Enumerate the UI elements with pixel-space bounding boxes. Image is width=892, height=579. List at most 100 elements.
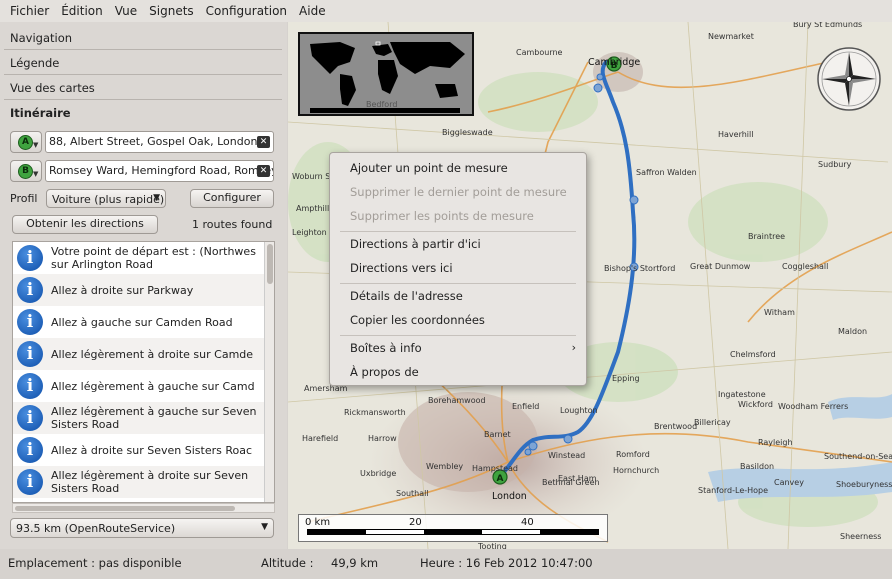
- scale-label-20: 20: [409, 517, 422, 528]
- ctx-separator: [340, 283, 576, 284]
- profile-label: Profil: [10, 192, 38, 205]
- ctx-directions-to-here[interactable]: Directions vers ici: [330, 257, 586, 279]
- direction-step-text: Allez à droite sur Seven Sisters Roac: [51, 444, 263, 457]
- direction-step-line: Allez à droite sur Parkway: [51, 283, 194, 297]
- place-label: Saffron Walden: [636, 168, 697, 177]
- start-address-input[interactable]: 88, Albert Street, Gospel Oak, London ✕: [45, 131, 274, 153]
- place-label: Epping: [612, 374, 640, 383]
- place-label: Maldon: [838, 327, 868, 336]
- context-menu: Ajouter un point de mesure Supprimer le …: [329, 152, 587, 386]
- place-label: Southend-on-Sea: [824, 452, 892, 461]
- ctx-add-measure-point[interactable]: Ajouter un point de mesure: [330, 157, 586, 179]
- direction-step-line: Allez légèrement à droite sur Seven: [51, 469, 249, 482]
- menu-edition[interactable]: Édition: [55, 0, 109, 22]
- get-directions-button[interactable]: Obtenir les directions: [12, 215, 158, 234]
- direction-step[interactable]: i Allez légèrement à droite sur Seven Sist…: [13, 466, 265, 498]
- directions-hscrollbar[interactable]: [12, 503, 275, 513]
- ctx-address-details[interactable]: Détails de l'adresse: [330, 285, 586, 307]
- info-icon: i: [17, 341, 43, 367]
- section-legende[interactable]: Légende: [4, 50, 282, 75]
- place-label: Biggleswade: [442, 128, 493, 137]
- configure-button[interactable]: Configurer: [190, 189, 274, 208]
- direction-step-line: Allez à gauche sur Camden Road: [51, 315, 233, 329]
- info-icon: i: [17, 405, 43, 431]
- place-label: Wembley: [426, 462, 464, 471]
- menu-signets[interactable]: Signets: [143, 0, 200, 22]
- direction-step-line: sur Arlington Road: [51, 258, 153, 271]
- ctx-copy-coordinates[interactable]: Copier les coordonnées: [330, 309, 586, 331]
- place-label: Haverhill: [718, 130, 754, 139]
- direction-step-text: Allez à droite sur Parkway: [51, 284, 263, 297]
- direction-step[interactable]: i Votre point de départ est : (Northwes su…: [13, 242, 265, 274]
- place-label: Chelmsford: [730, 350, 776, 359]
- ctx-separator: [340, 231, 576, 232]
- place-label: Tooting: [478, 542, 507, 549]
- place-label: Cambourne: [516, 48, 563, 57]
- direction-step-text: Allez légèrement à droite sur Seven Siste…: [51, 469, 263, 495]
- direction-step[interactable]: i Allez à gauche sur Camden Road: [13, 306, 265, 338]
- place-label: Rickmansworth: [344, 408, 406, 417]
- clear-end-icon[interactable]: ✕: [257, 165, 270, 177]
- end-marker-button[interactable]: B ▼: [10, 160, 42, 182]
- ctx-info-boxes[interactable]: Boîtes à info ›: [330, 337, 586, 359]
- clear-start-icon[interactable]: ✕: [257, 136, 270, 148]
- chevron-down-icon: ▼: [33, 170, 39, 178]
- place-label: Wickford: [738, 400, 773, 409]
- start-marker-button[interactable]: A ▼: [10, 131, 42, 153]
- profile-select[interactable]: Voiture (plus rapide) ▼: [46, 189, 166, 208]
- end-address-input[interactable]: Romsey Ward, Hemingford Road, Romsey ✕: [45, 160, 274, 182]
- scroll-thumb[interactable]: [15, 506, 235, 511]
- section-navigation[interactable]: Navigation: [4, 25, 282, 50]
- overview-map[interactable]: Bedford: [298, 32, 474, 116]
- place-label: Woodham Ferrers: [778, 402, 849, 411]
- place-label: Southall: [396, 489, 429, 498]
- ctx-remove-measure-points: Supprimer les points de mesure: [350, 209, 534, 223]
- ctx-separator: [340, 335, 576, 336]
- scroll-thumb[interactable]: [267, 244, 273, 284]
- info-icon: i: [17, 245, 43, 271]
- direction-step[interactable]: i Allez à droite sur Parkway: [13, 274, 265, 306]
- section-vue-des-cartes[interactable]: Vue des cartes: [4, 75, 282, 100]
- sidebar: Navigation Légende Vue des cartes Itinér…: [0, 22, 287, 549]
- menu-fichier[interactable]: Fichier: [4, 0, 55, 22]
- directions-vscrollbar[interactable]: [264, 242, 274, 502]
- ctx-directions-from-here[interactable]: Directions à partir d'ici: [330, 233, 586, 255]
- start-address-row: A ▼ 88, Albert Street, Gospel Oak, Londo…: [10, 131, 274, 153]
- menu-aide[interactable]: Aide: [293, 0, 332, 22]
- place-label: Uxbridge: [360, 469, 397, 478]
- compass-rose-icon[interactable]: [816, 46, 882, 112]
- direction-step-text: Votre point de départ est : (Northwes sur…: [51, 245, 263, 271]
- place-label: Brentwood: [654, 422, 698, 431]
- place-label: London: [492, 491, 527, 502]
- routes-found-label: 1 routes found: [192, 218, 273, 231]
- direction-step-line: Allez à droite sur Seven Sisters Roac: [51, 443, 253, 457]
- place-label: Barnet: [484, 430, 511, 439]
- place-label: Hampstead: [472, 464, 518, 473]
- route-summary-select[interactable]: 93.5 km (OpenRouteService) ▼: [10, 518, 274, 538]
- profile-value: Voiture (plus rapide): [52, 193, 165, 206]
- direction-step-text: Allez légèrement à gauche sur Seven Siste…: [51, 405, 263, 431]
- direction-step[interactable]: i Allez légèrement à gauche sur Seven Sist…: [13, 402, 265, 434]
- place-label: Basildon: [740, 462, 775, 471]
- status-location: Emplacement : pas disponible: [8, 556, 182, 570]
- place-label: Great Dunmow: [690, 262, 751, 271]
- direction-step[interactable]: i Allez à droite sur Seven Sisters Roac: [13, 434, 265, 466]
- place-label: Romford: [616, 450, 650, 459]
- place-label: Witham: [764, 308, 795, 317]
- ctx-about[interactable]: À propos de: [330, 361, 586, 383]
- direction-step[interactable]: i Allez légèrement à gauche sur Camd: [13, 370, 265, 402]
- direction-step-line: Votre point de départ est : (Northwes: [51, 245, 256, 258]
- place-label: Loughton: [560, 406, 598, 415]
- menu-configuration[interactable]: Configuration: [200, 0, 293, 22]
- section-itineraire[interactable]: Itinéraire: [4, 100, 282, 125]
- place-label: Stanford-Le-Hope: [698, 486, 769, 495]
- direction-step[interactable]: i Allez légèrement à droite sur Camde: [13, 338, 265, 370]
- place-label: Borehamwood: [428, 396, 486, 405]
- status-bar: Emplacement : pas disponible Altitude : …: [0, 549, 892, 579]
- place-label: Hornchurch: [613, 466, 660, 475]
- direction-step-text: Allez à gauche sur Camden Road: [51, 316, 263, 329]
- direction-step-text: Allez légèrement à droite sur Camde: [51, 348, 263, 361]
- direction-step-line: Allez légèrement à gauche sur Camd: [51, 379, 255, 393]
- menu-vue[interactable]: Vue: [109, 0, 143, 22]
- place-label: Cambridge: [588, 57, 641, 68]
